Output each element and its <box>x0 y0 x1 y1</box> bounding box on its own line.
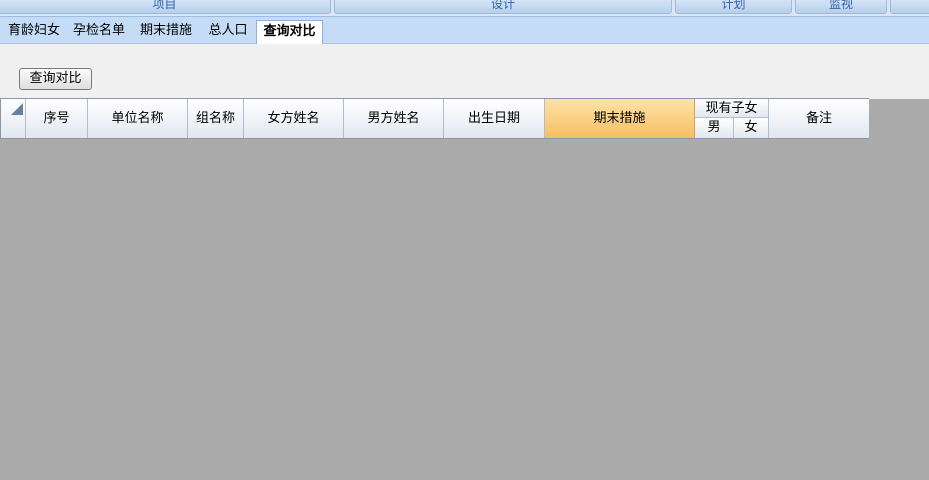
column-header-wife-name[interactable]: 女方姓名 <box>244 99 344 138</box>
menu-item-monitor[interactable]: 监视 <box>795 0 887 14</box>
tab-query-compare[interactable]: 查询对比 <box>256 20 323 44</box>
top-menu-bar: 项目 设计 计划 监视 <box>0 0 929 16</box>
column-header-birth-date[interactable]: 出生日期 <box>444 99 545 138</box>
data-grid-header: 序号 单位名称 组名称 女方姓名 男方姓名 出生日期 期末措施 现有子女 男 女… <box>0 98 869 139</box>
select-all-corner[interactable] <box>1 99 26 138</box>
column-header-unit-name[interactable]: 单位名称 <box>88 99 188 138</box>
column-header-husband-name[interactable]: 男方姓名 <box>344 99 444 138</box>
column-header-remarks[interactable]: 备注 <box>769 99 869 138</box>
menu-item-plan[interactable]: 计划 <box>675 0 792 14</box>
column-header-end-measure[interactable]: 期末措施 <box>545 99 695 138</box>
corner-triangle-icon <box>11 103 23 115</box>
toolbar: 查询对比 <box>0 44 929 99</box>
menu-item-design[interactable]: 设计 <box>334 0 672 14</box>
tab-bar: 育龄妇女 孕检名单 期末措施 总人口 查询对比 <box>0 16 929 44</box>
column-header-seq[interactable]: 序号 <box>26 99 88 138</box>
menu-item-project[interactable]: 项目 <box>0 0 331 14</box>
tab-pregnancy-check-list[interactable]: 孕检名单 <box>73 21 125 41</box>
column-header-current-children[interactable]: 现有子女 <box>695 99 768 118</box>
tab-childbearing-women[interactable]: 育龄妇女 <box>8 21 60 41</box>
tab-total-population[interactable]: 总人口 <box>207 21 249 41</box>
query-compare-button[interactable]: 查询对比 <box>19 68 92 90</box>
column-header-male[interactable]: 男 <box>695 118 734 138</box>
menu-item-more[interactable] <box>890 0 929 14</box>
column-header-group-name[interactable]: 组名称 <box>188 99 244 138</box>
column-header-female[interactable]: 女 <box>734 118 768 138</box>
tab-end-measures[interactable]: 期末措施 <box>140 21 192 41</box>
column-group-current-children: 现有子女 男 女 <box>695 99 769 138</box>
